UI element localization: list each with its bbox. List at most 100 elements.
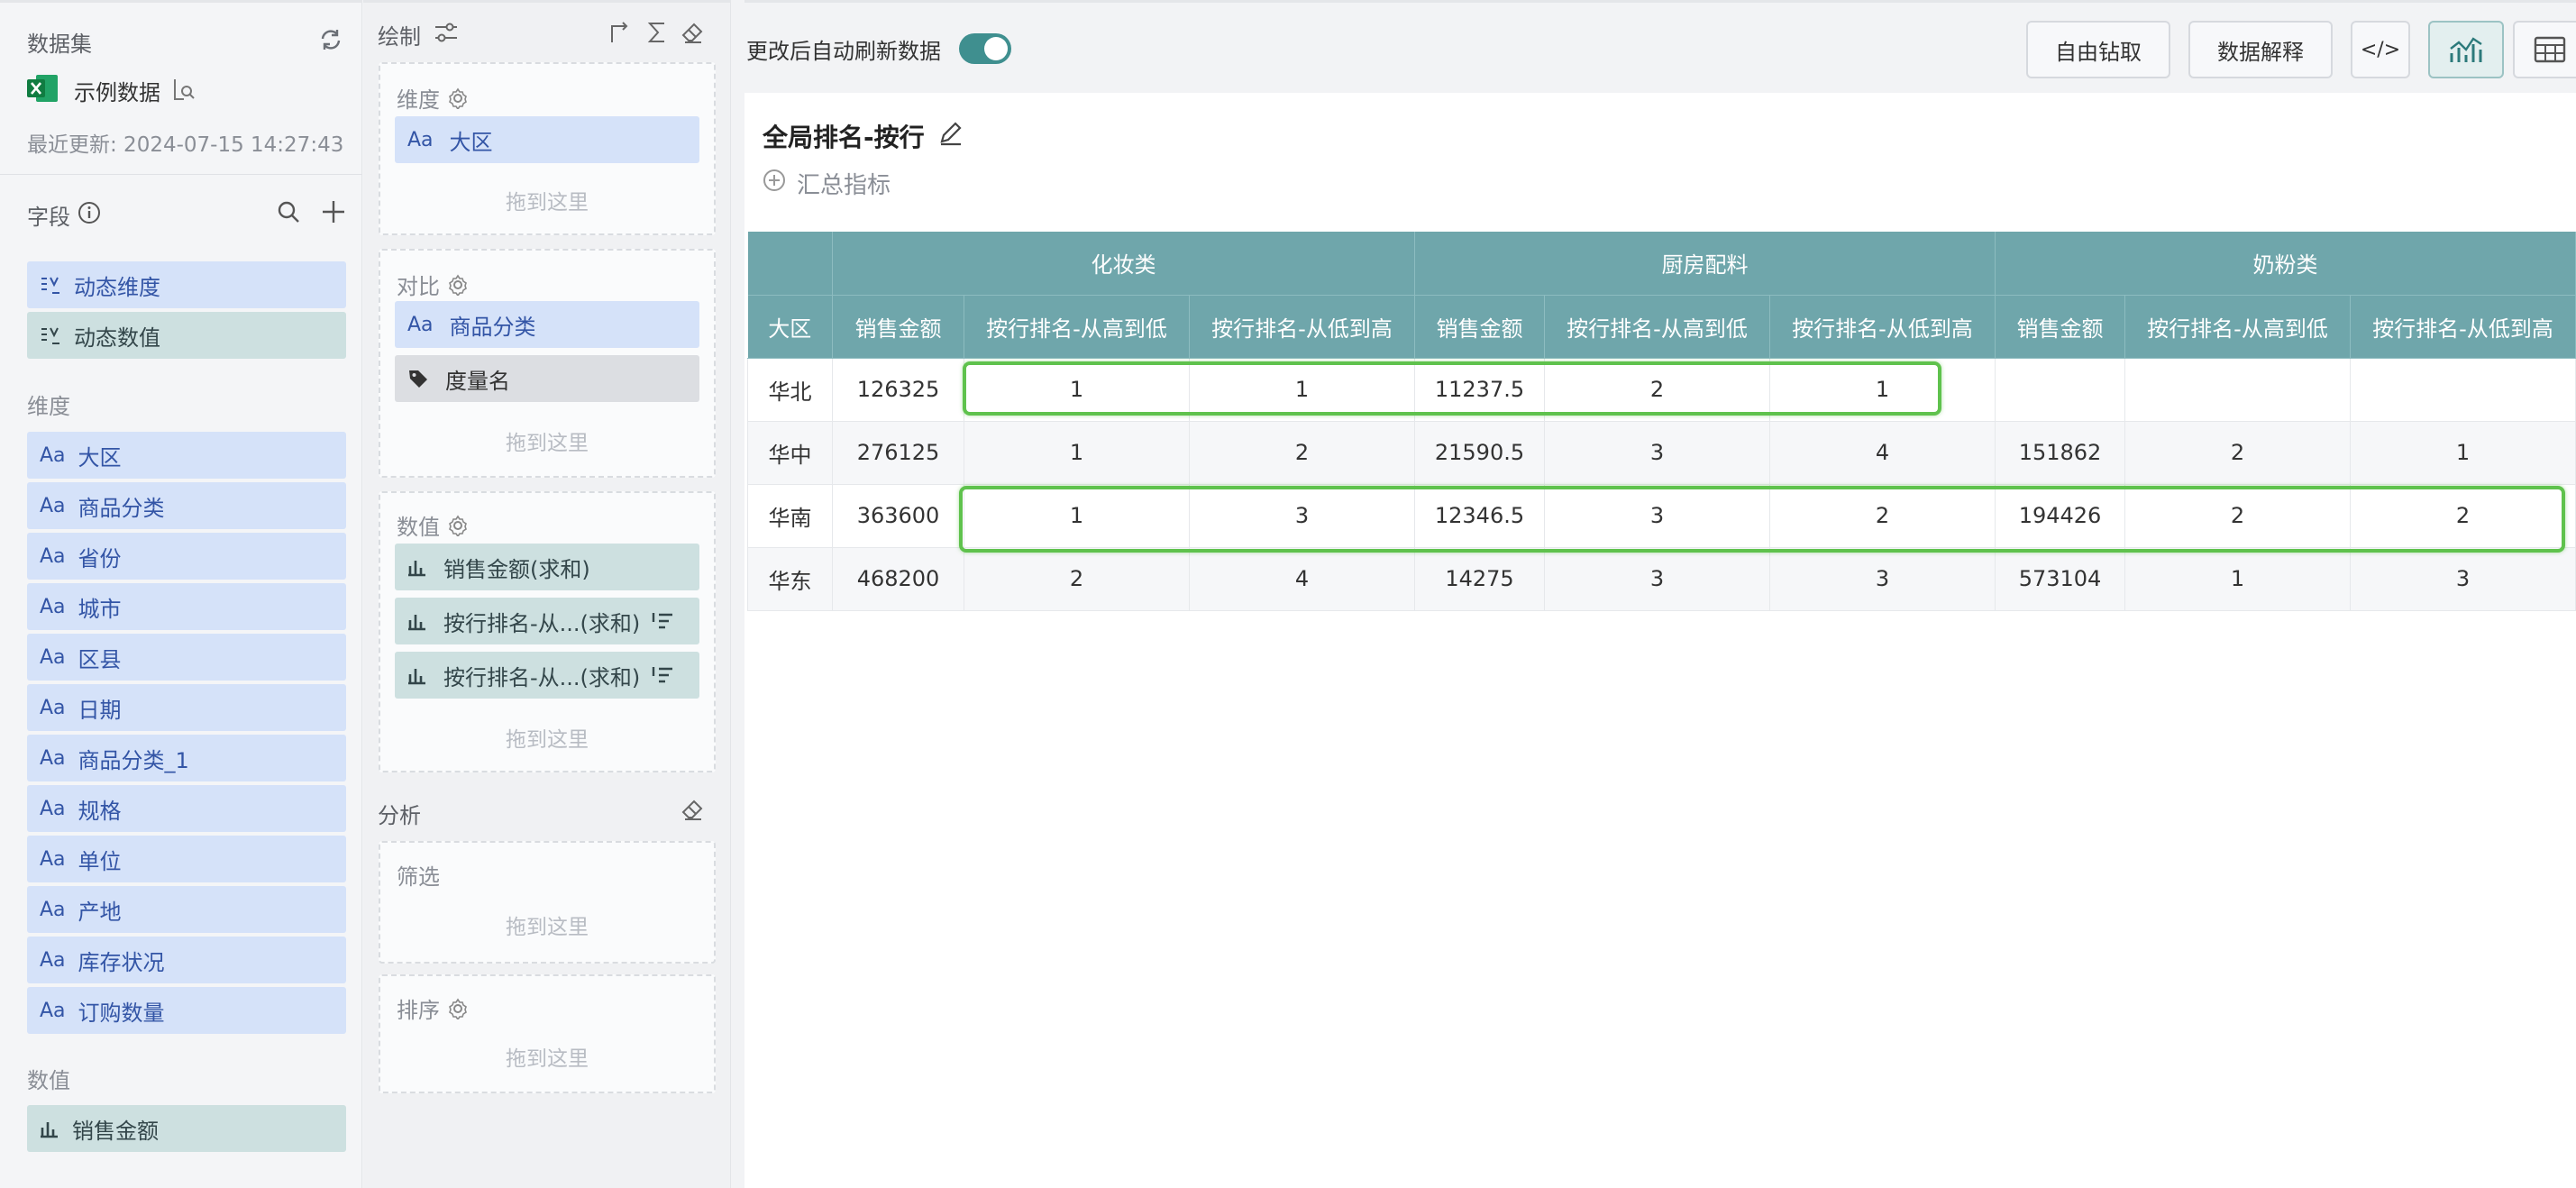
value-chip[interactable]: 按行排名-从...(求和)	[395, 598, 699, 644]
table-cell[interactable]: 3	[1189, 483, 1415, 548]
gear-icon[interactable]	[447, 87, 469, 109]
column-header[interactable]: 销售金额	[1414, 295, 1545, 359]
table-cell[interactable]: 1	[964, 483, 1190, 548]
table-cell[interactable]: 1	[964, 420, 1190, 485]
table-cell[interactable]: 2	[1189, 420, 1415, 485]
row-header[interactable]: 大区	[747, 295, 833, 359]
dimension-field[interactable]: Aa 商品分类_1	[27, 735, 346, 781]
table-cell[interactable]: 2	[2124, 483, 2351, 548]
dimension-field[interactable]: Aa 库存状况	[27, 937, 346, 983]
dimension-field[interactable]: Aa 省份	[27, 533, 346, 580]
eraser-icon[interactable]	[681, 21, 704, 44]
table-cell[interactable]: 3	[1544, 483, 1770, 548]
gear-icon[interactable]	[447, 274, 469, 296]
table-cell[interactable]: 21590.5	[1414, 420, 1545, 485]
column-header[interactable]: 按行排名-从高到低	[1544, 295, 1770, 359]
table-cell[interactable]: 4	[1769, 420, 1996, 485]
table-cell[interactable]: 2	[2350, 483, 2576, 548]
compare-drop-zone[interactable]: 对比 Aa 商品分类 度量名 拖到这里	[379, 249, 716, 478]
edit-pencil-icon[interactable]	[937, 120, 964, 147]
table-cell[interactable]: 1	[2124, 546, 2351, 611]
table-cell[interactable]: 3	[1544, 420, 1770, 485]
table-cell[interactable]: 151862	[1995, 420, 2125, 485]
column-header[interactable]: 按行排名-从高到低	[2124, 295, 2351, 359]
sort-drop-zone[interactable]: 排序 拖到这里	[379, 974, 716, 1093]
rank-sort-icon[interactable]	[651, 611, 674, 631]
summary-metrics-button[interactable]: 汇总指标	[797, 167, 891, 200]
table-view-button[interactable]	[2513, 21, 2576, 78]
add-field-icon[interactable]	[321, 199, 346, 224]
chart-title[interactable]: 全局排名-按行	[763, 118, 925, 154]
free-drill-button[interactable]: 自由钻取	[2026, 21, 2170, 78]
column-header[interactable]: 销售金额	[832, 295, 964, 359]
table-cell[interactable]: 2	[2124, 420, 2351, 485]
value-chip[interactable]: 销售金额(求和)	[395, 544, 699, 590]
column-header[interactable]: 销售金额	[1995, 295, 2125, 359]
dimension-field[interactable]: Aa 日期	[27, 684, 346, 731]
table-cell[interactable]: 14275	[1414, 546, 1545, 611]
dimension-field[interactable]: Aa 区县	[27, 634, 346, 681]
table-cell[interactable]	[2124, 357, 2351, 422]
column-header[interactable]: 按行排名-从低到高	[1189, 295, 1415, 359]
region-cell[interactable]: 华中	[747, 420, 833, 485]
field-dynamic-dimension[interactable]: 动态维度	[27, 261, 346, 308]
measure-names-chip[interactable]: 度量名	[395, 355, 699, 402]
eraser-icon[interactable]	[681, 798, 704, 821]
table-cell[interactable]: 2	[1544, 357, 1770, 422]
gear-icon[interactable]	[447, 998, 469, 1019]
dimension-field[interactable]: Aa 产地	[27, 886, 346, 933]
table-cell[interactable]: 126325	[832, 357, 964, 422]
compare-chip[interactable]: Aa 商品分类	[395, 301, 699, 348]
column-header[interactable]: 按行排名-从低到高	[1769, 295, 1996, 359]
info-icon[interactable]	[78, 201, 101, 224]
table-cell[interactable]	[2350, 357, 2576, 422]
value-chip[interactable]: 按行排名-从...(求和)	[395, 652, 699, 699]
table-cell[interactable]: 363600	[832, 483, 964, 548]
sum-icon[interactable]	[646, 21, 668, 44]
rank-sort-icon[interactable]	[651, 665, 674, 685]
dimension-field[interactable]: Aa 订购数量	[27, 987, 346, 1034]
region-cell[interactable]: 华北	[747, 357, 833, 422]
table-cell[interactable]: 3	[1544, 546, 1770, 611]
table-cell[interactable]: 276125	[832, 420, 964, 485]
column-header[interactable]: 按行排名-从低到高	[2350, 295, 2576, 359]
search-icon[interactable]	[276, 199, 301, 224]
dimension-field[interactable]: Aa 规格	[27, 785, 346, 832]
table-cell[interactable]: 12346.5	[1414, 483, 1545, 548]
table-cell[interactable]: 4	[1189, 546, 1415, 611]
dimension-drop-zone[interactable]: 维度 Aa 大区 拖到这里	[379, 62, 716, 235]
dimension-field[interactable]: Aa 单位	[27, 836, 346, 882]
table-cell[interactable]: 2	[964, 546, 1190, 611]
dataset-name[interactable]: 示例数据	[74, 75, 160, 106]
table-cell[interactable]: 3	[2350, 546, 2576, 611]
measure-field[interactable]: 销售金额	[27, 1105, 346, 1152]
table-cell[interactable]	[1995, 357, 2125, 422]
table-cell[interactable]: 1	[1769, 357, 1996, 422]
refresh-dataset-icon[interactable]	[317, 26, 344, 53]
region-cell[interactable]: 华东	[747, 546, 833, 611]
table-cell[interactable]: 11237.5	[1414, 357, 1545, 422]
table-cell[interactable]: 573104	[1995, 546, 2125, 611]
table-cell[interactable]: 468200	[832, 546, 964, 611]
dimension-field[interactable]: Aa 大区	[27, 432, 346, 479]
table-cell[interactable]: 1	[1189, 357, 1415, 422]
axis-corner-icon[interactable]	[608, 21, 632, 44]
chart-view-button[interactable]	[2428, 21, 2504, 78]
preview-data-icon[interactable]	[171, 77, 196, 102]
gear-icon[interactable]	[447, 515, 469, 536]
table-cell[interactable]: 2	[1769, 483, 1996, 548]
table-cell[interactable]: 3	[1769, 546, 1996, 611]
group-header[interactable]: 厨房配料	[1414, 232, 1996, 296]
region-cell[interactable]: 华南	[747, 483, 833, 548]
value-drop-zone[interactable]: 数值 销售金额(求和) 按行排名-从...(求和) 按行排名-从...(求和) …	[379, 491, 716, 772]
field-dynamic-measure[interactable]: 动态数值	[27, 312, 346, 359]
table-cell[interactable]: 1	[964, 357, 1190, 422]
dimension-field[interactable]: Aa 城市	[27, 583, 346, 630]
dimension-chip[interactable]: Aa 大区	[395, 116, 699, 163]
auto-refresh-toggle[interactable]	[959, 33, 1011, 64]
group-header[interactable]: 化妆类	[832, 232, 1415, 296]
settings-sliders-icon[interactable]	[434, 21, 459, 44]
data-explain-button[interactable]: 数据解释	[2188, 21, 2333, 78]
code-view-button[interactable]: </>	[2351, 21, 2410, 78]
add-circle-icon[interactable]	[763, 169, 786, 192]
